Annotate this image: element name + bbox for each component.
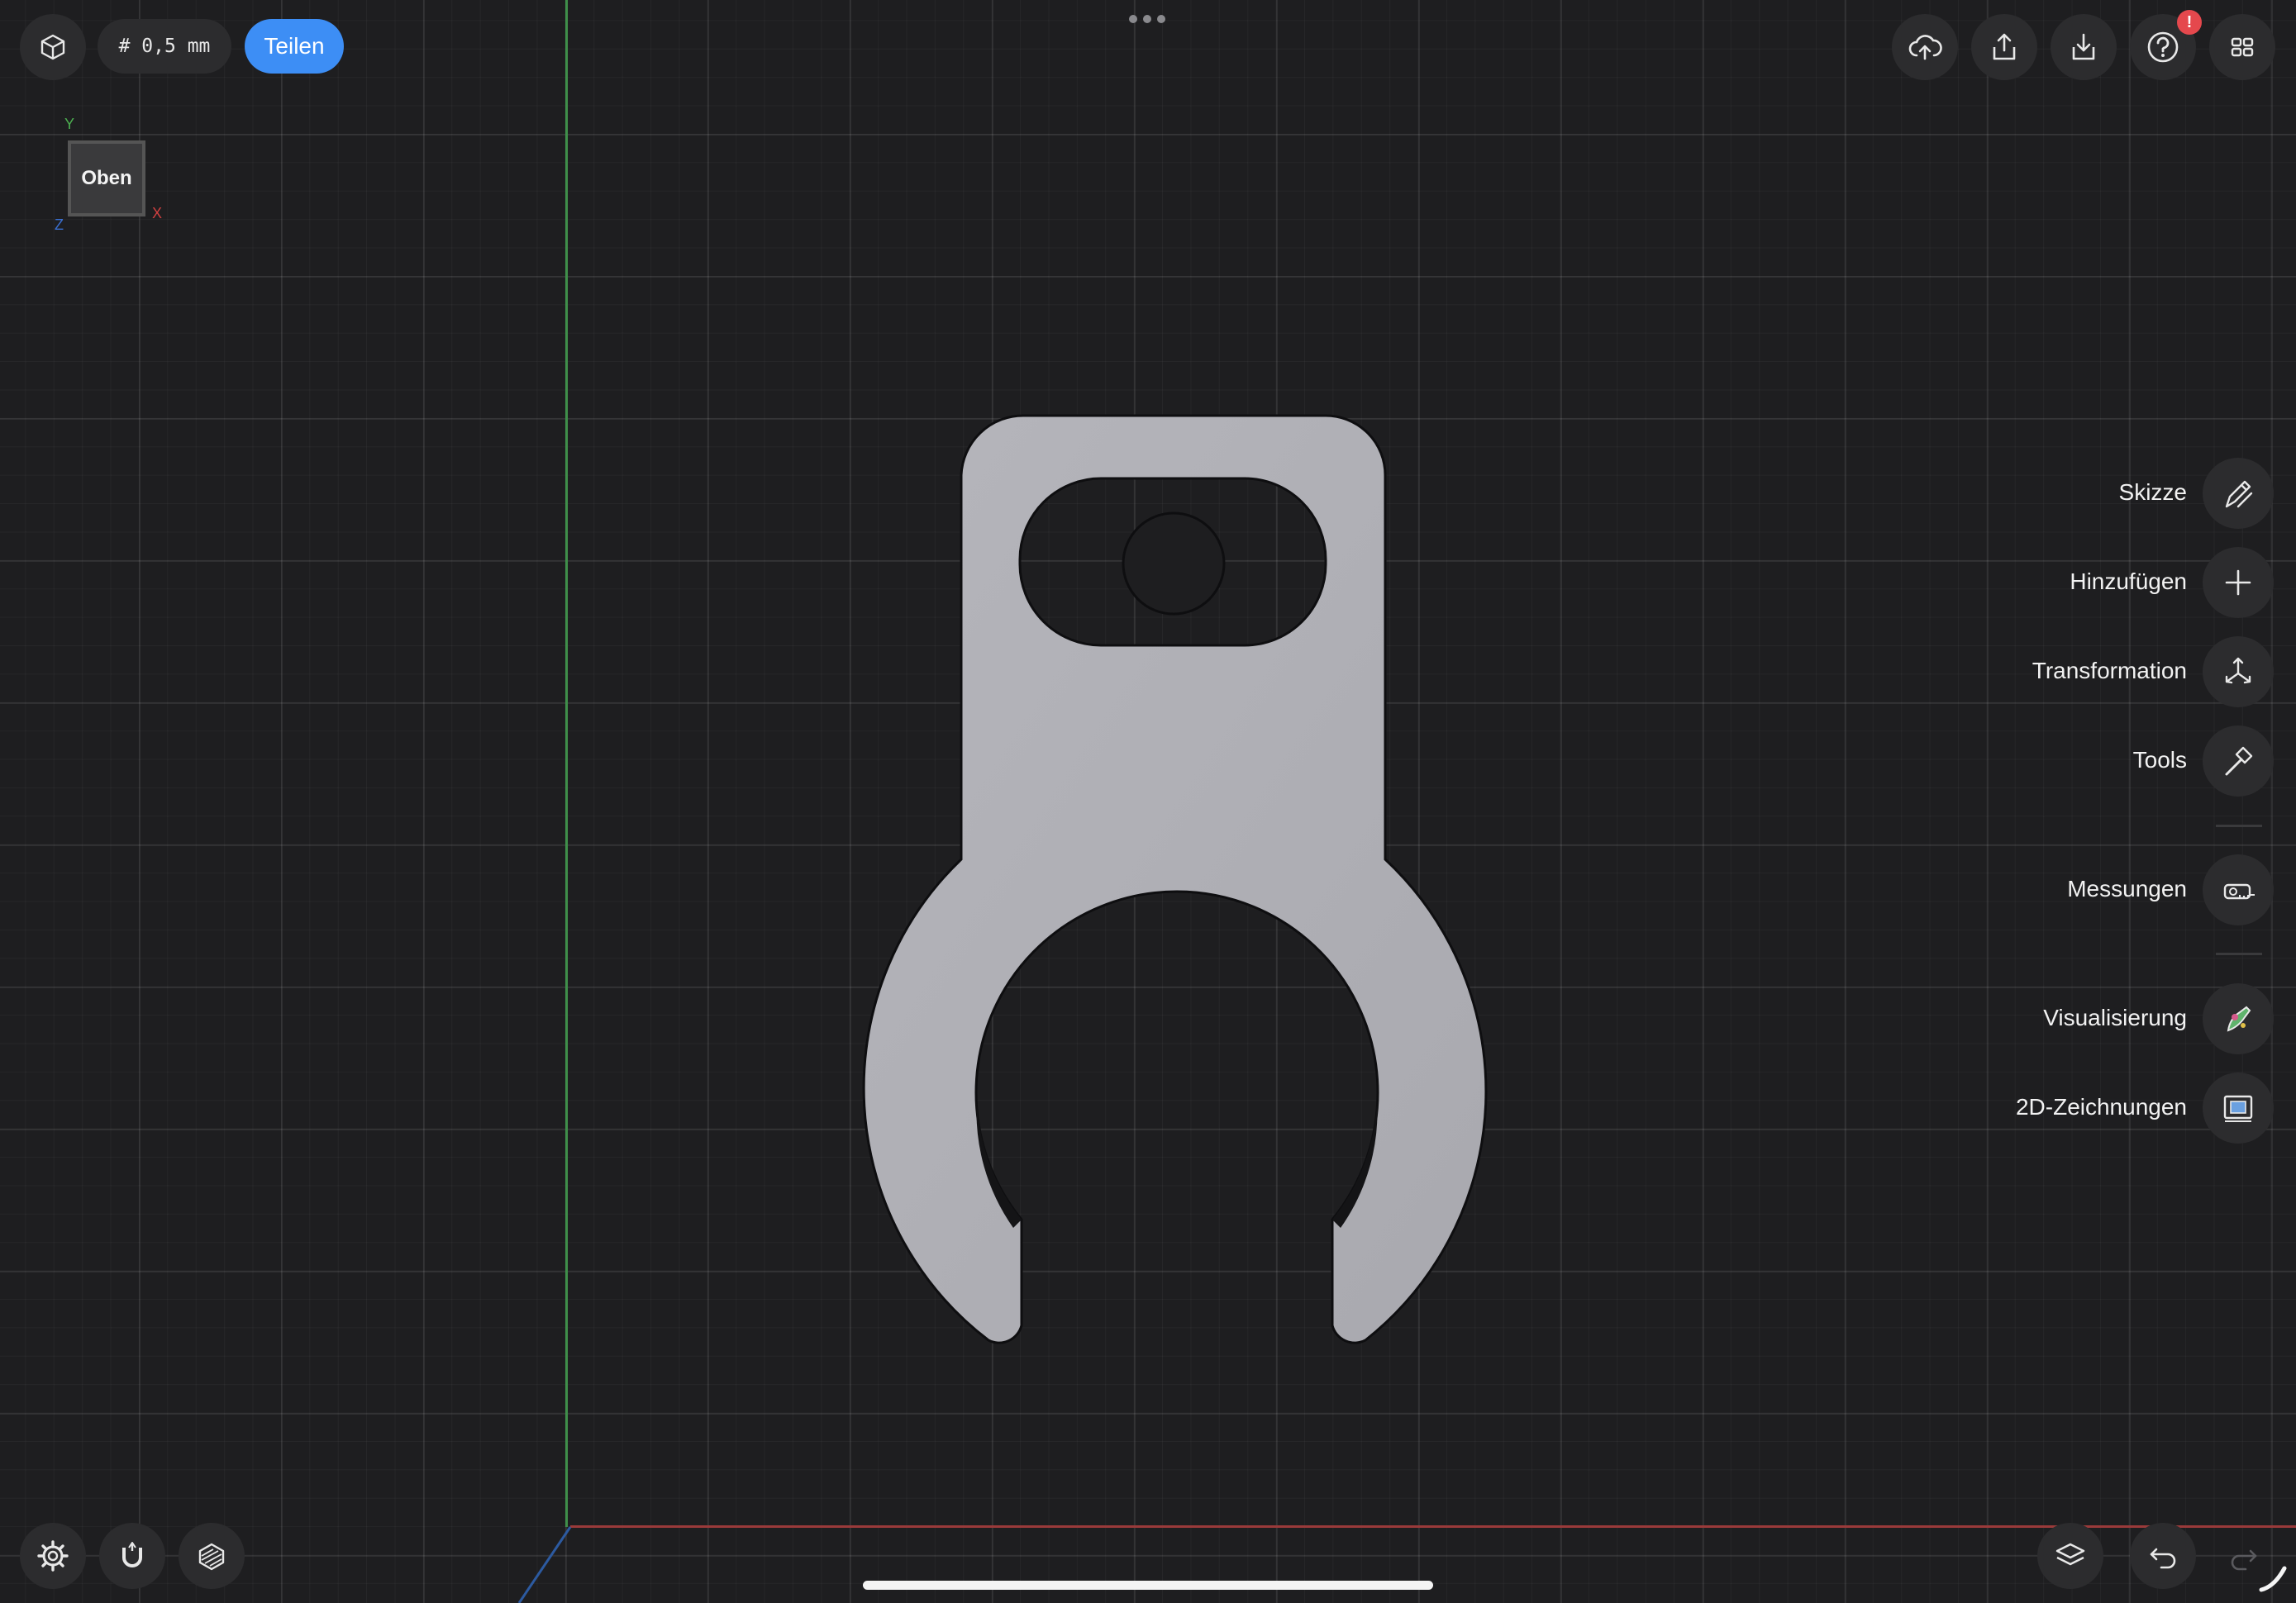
menu-label-tools: Tools xyxy=(2132,747,2187,773)
cad-part-model[interactable] xyxy=(0,0,2296,1603)
undo-button[interactable] xyxy=(2130,1523,2196,1589)
view-cube-face[interactable]: Oben xyxy=(68,140,145,216)
menu-separator xyxy=(2216,953,2262,955)
undo-icon xyxy=(2150,1548,2176,1569)
axis-x-label: X xyxy=(152,205,163,221)
view-mode-button[interactable] xyxy=(20,14,86,80)
section-view-icon xyxy=(198,1543,225,1571)
grid-apps-icon xyxy=(2231,37,2254,57)
cube-icon xyxy=(40,34,65,60)
axis-y-label: Y xyxy=(64,116,75,132)
download-icon xyxy=(2072,33,2095,60)
render-icon xyxy=(2227,1006,2251,1032)
drawing-sheet-icon xyxy=(2223,1095,2253,1122)
more-options-handle[interactable] xyxy=(1129,15,1165,23)
home-indicator[interactable] xyxy=(863,1581,1433,1590)
cloud-upload-button[interactable] xyxy=(1892,14,1958,80)
notification-badge: ! xyxy=(2177,10,2202,35)
transform-button[interactable] xyxy=(2203,636,2274,707)
menu-label-transform: Transformation xyxy=(2032,658,2187,683)
layers-button[interactable] xyxy=(2037,1523,2103,1589)
add-button[interactable] xyxy=(2203,547,2274,618)
plus-icon xyxy=(2225,569,2251,596)
cloud-upload-icon xyxy=(1908,35,1942,60)
2d-drawings-button[interactable] xyxy=(2203,1073,2274,1144)
question-icon xyxy=(2147,31,2179,63)
transform-arrows-icon xyxy=(2225,657,2251,684)
view-cube-face-label: Oben xyxy=(81,167,132,189)
magnet-icon xyxy=(122,1542,142,1567)
share-button[interactable]: Teilen xyxy=(245,19,344,74)
layers-icon xyxy=(2055,1543,2085,1566)
import-button[interactable] xyxy=(2051,14,2117,80)
pencil-indicator-icon xyxy=(2259,1566,2287,1592)
share-up-icon xyxy=(1993,33,2016,60)
visualization-button[interactable] xyxy=(2203,983,2274,1054)
menu-label-2d-drawings: 2D-Zeichnungen xyxy=(2015,1094,2187,1120)
menu-label-measurements: Messungen xyxy=(2067,876,2187,901)
grid-size-label: # 0,5 mm xyxy=(118,36,211,57)
menu-separator xyxy=(2216,825,2262,827)
axis-z-label: Z xyxy=(55,216,64,233)
menu-label-sketch: Skizze xyxy=(2118,479,2187,505)
hammer-icon xyxy=(2225,746,2253,776)
settings-button[interactable] xyxy=(20,1523,86,1589)
pencil-ruler-icon xyxy=(2225,480,2253,508)
section-view-button[interactable] xyxy=(179,1523,245,1589)
sketch-button[interactable] xyxy=(2203,458,2274,529)
tools-button[interactable] xyxy=(2203,725,2274,797)
menu-label-visualization: Visualisierung xyxy=(2043,1005,2187,1030)
measurements-button[interactable] xyxy=(2203,854,2274,925)
share-label: Teilen xyxy=(264,33,325,59)
apps-button[interactable] xyxy=(2209,14,2275,80)
settings-icon xyxy=(37,1540,69,1572)
menu-label-add: Hinzufügen xyxy=(2070,568,2187,594)
snap-button[interactable] xyxy=(99,1523,165,1589)
grid-size-button[interactable]: # 0,5 mm xyxy=(98,19,231,74)
tape-measure-icon xyxy=(2223,883,2255,900)
export-button[interactable] xyxy=(1971,14,2037,80)
